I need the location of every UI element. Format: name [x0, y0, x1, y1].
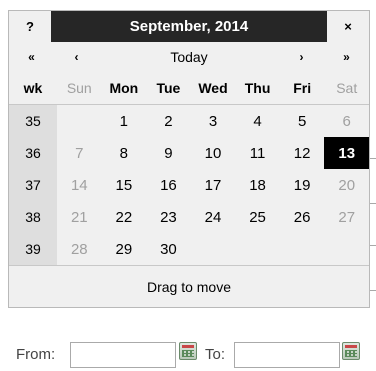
- prev-year-button[interactable]: «: [9, 42, 54, 72]
- drag-handle[interactable]: Drag to move: [9, 265, 369, 307]
- help-button[interactable]: ?: [9, 11, 51, 42]
- week-number: 36: [9, 137, 57, 169]
- day-cell[interactable]: 10: [191, 137, 236, 169]
- week-number: 35: [9, 105, 57, 137]
- week-number: 38: [9, 201, 57, 233]
- today-button[interactable]: Today: [99, 42, 279, 72]
- day-cell[interactable]: 20: [324, 169, 369, 201]
- close-button[interactable]: ×: [327, 11, 369, 42]
- background-line: [370, 245, 376, 246]
- weekday-header: Mon: [109, 80, 139, 96]
- week-number: 37: [9, 169, 57, 201]
- empty-day-cell: [191, 233, 236, 265]
- day-cell[interactable]: 18: [235, 169, 280, 201]
- day-cell[interactable]: 21: [57, 201, 102, 233]
- day-cell[interactable]: 23: [146, 201, 191, 233]
- day-cell[interactable]: 14: [57, 169, 102, 201]
- selected-day-cell[interactable]: 13: [324, 137, 369, 169]
- day-cell[interactable]: 2: [146, 105, 191, 137]
- empty-day-cell: [57, 105, 102, 137]
- day-cell[interactable]: 4: [235, 105, 280, 137]
- weekday-header: Thu: [244, 80, 271, 96]
- day-cell[interactable]: 19: [280, 169, 325, 201]
- to-label: To:: [205, 346, 226, 363]
- calendar-title-row: ? September, 2014 ×: [9, 11, 369, 42]
- day-cell[interactable]: 25: [235, 201, 280, 233]
- day-cell[interactable]: 5: [280, 105, 325, 137]
- weekday-header: Wed: [198, 80, 228, 96]
- week-number: 39: [9, 233, 57, 265]
- empty-day-cell: [324, 233, 369, 265]
- day-cell[interactable]: 6: [324, 105, 369, 137]
- weekday-header: Sat: [336, 80, 358, 96]
- day-cell[interactable]: 8: [102, 137, 147, 169]
- day-cell[interactable]: 11: [235, 137, 280, 169]
- empty-day-cell: [280, 233, 325, 265]
- next-month-button[interactable]: ›: [279, 42, 324, 72]
- day-cell[interactable]: 12: [280, 137, 325, 169]
- day-cell[interactable]: 15: [102, 169, 147, 201]
- calendar-grid: wk Sun Mon Tue Wed Thu Fri Sat 35 1 2 3 4 5 6 36 7 8 9 10 11…: [9, 72, 369, 265]
- weekday-header: Tue: [156, 80, 181, 96]
- day-cell[interactable]: 27: [324, 201, 369, 233]
- day-cell[interactable]: 22: [102, 201, 147, 233]
- from-input[interactable]: [70, 342, 176, 368]
- day-cell[interactable]: 17: [191, 169, 236, 201]
- day-cell[interactable]: 1: [102, 105, 147, 137]
- next-year-button[interactable]: »: [324, 42, 369, 72]
- weekday-header: Sun: [66, 80, 92, 96]
- day-cell[interactable]: 9: [146, 137, 191, 169]
- background-line: [370, 290, 376, 291]
- date-range-form: From: To:: [0, 340, 376, 371]
- to-input[interactable]: [234, 342, 340, 368]
- week-number-header: wk: [23, 80, 43, 96]
- calendar-nav-row: « ‹ Today › »: [9, 42, 369, 72]
- to-calendar-icon[interactable]: [342, 342, 360, 360]
- background-line: [370, 203, 376, 204]
- prev-month-button[interactable]: ‹: [54, 42, 99, 72]
- day-cell[interactable]: 26: [280, 201, 325, 233]
- day-cell[interactable]: 24: [191, 201, 236, 233]
- day-cell[interactable]: 30: [146, 233, 191, 265]
- weekday-header: Fri: [293, 80, 312, 96]
- from-calendar-icon[interactable]: [179, 342, 197, 360]
- month-year-title: September, 2014: [51, 11, 327, 42]
- day-cell[interactable]: 7: [57, 137, 102, 169]
- day-cell[interactable]: 29: [102, 233, 147, 265]
- background-line: [370, 158, 376, 159]
- day-cell[interactable]: 28: [57, 233, 102, 265]
- day-cell[interactable]: 3: [191, 105, 236, 137]
- from-label: From:: [16, 346, 56, 363]
- calendar-popup: ? September, 2014 × « ‹ Today › » wk Sun M…: [8, 10, 370, 308]
- day-cell[interactable]: 16: [146, 169, 191, 201]
- empty-day-cell: [235, 233, 280, 265]
